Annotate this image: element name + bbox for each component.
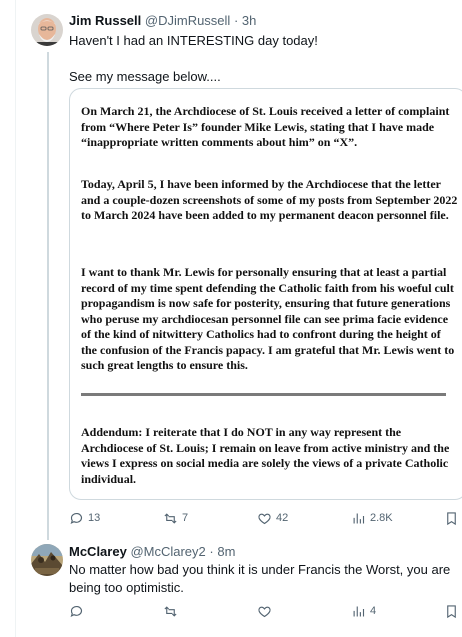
reply-count: 13 <box>88 512 101 524</box>
dot-separator: · <box>233 13 239 28</box>
views-count: 4 <box>370 605 377 617</box>
views-count: 2.8K <box>370 512 393 524</box>
avatar[interactable] <box>31 544 63 576</box>
like-icon <box>258 513 271 524</box>
dot-separator: · <box>209 544 214 559</box>
bookmark-button[interactable] <box>444 602 459 620</box>
image-paragraph-4: Addendum: I reiterate that I do NOT in a… <box>81 425 450 486</box>
avatar-image <box>31 544 63 576</box>
image-paragraph-3: I want to thank Mr. Lewis for personally… <box>81 265 455 372</box>
repost-button[interactable] <box>163 602 178 620</box>
handle[interactable]: @DJimRussell <box>145 13 230 28</box>
tweet-image[interactable]: On March 21, the Archdiocese of St. Loui… <box>69 88 462 500</box>
views-icon <box>353 606 365 616</box>
tweet-actions: 4 <box>69 602 459 620</box>
bookmark-icon <box>447 511 456 525</box>
like-icon <box>258 606 271 617</box>
bookmark-button[interactable] <box>444 509 459 527</box>
tweet-text: Haven't I had an INTERESTING day today! … <box>69 33 318 84</box>
like-button[interactable] <box>257 602 272 620</box>
like-count: 42 <box>276 512 289 524</box>
tweet-actions: 13 7 42 2.8K <box>69 509 459 527</box>
views-button[interactable]: 4 <box>351 602 376 620</box>
repost-button[interactable]: 7 <box>163 509 188 527</box>
thread-connector <box>47 52 49 540</box>
repost-icon <box>164 512 177 524</box>
tweet-header: Jim Russell @DJimRussell · 3h <box>69 13 256 29</box>
avatar[interactable] <box>31 14 63 46</box>
display-name[interactable]: McClarey <box>69 544 127 559</box>
timestamp[interactable]: 8m <box>217 544 235 559</box>
display-name[interactable]: Jim Russell <box>69 13 141 28</box>
tweet-text: No matter how bad you think it is under … <box>69 562 451 595</box>
avatar-image <box>31 14 63 46</box>
handle[interactable]: @McClarey2 <box>130 544 205 559</box>
reply-button[interactable] <box>69 602 84 620</box>
like-button[interactable]: 42 <box>257 509 288 527</box>
tweet-header: McClarey @McClarey2 · 8m <box>69 544 235 560</box>
image-paragraph-2: Today, April 5, I have been informed by … <box>81 177 458 222</box>
repost-icon <box>164 605 177 617</box>
reply-icon <box>70 605 83 617</box>
timeline-border <box>15 0 16 637</box>
timestamp[interactable]: 3h <box>242 13 256 28</box>
reply-button[interactable]: 13 <box>69 509 100 527</box>
image-divider <box>81 393 446 396</box>
views-button[interactable]: 2.8K <box>351 509 393 527</box>
repost-count: 7 <box>182 512 189 524</box>
reply-icon <box>70 512 83 524</box>
bookmark-icon <box>447 604 456 618</box>
image-paragraph-1: On March 21, the Archdiocese of St. Loui… <box>81 104 450 149</box>
views-icon <box>353 513 365 523</box>
